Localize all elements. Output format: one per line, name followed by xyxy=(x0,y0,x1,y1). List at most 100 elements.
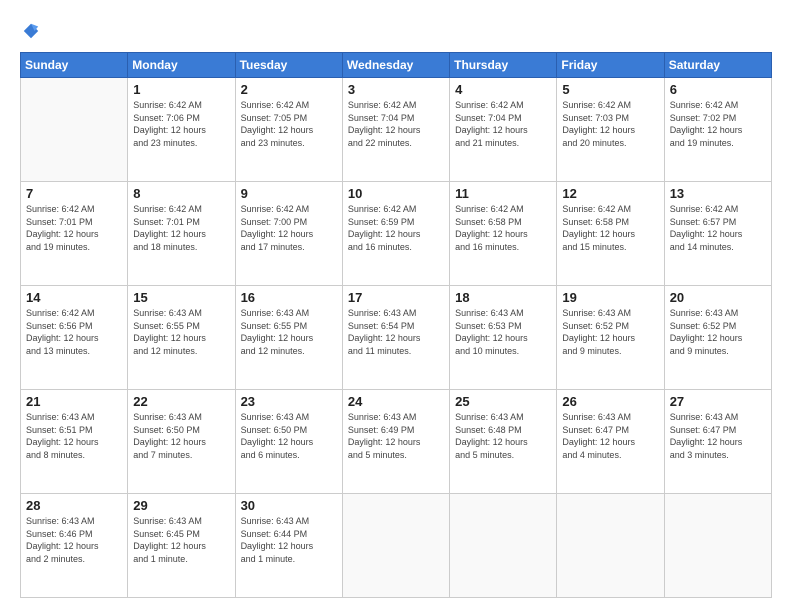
calendar-cell: 9 Sunrise: 6:42 AM Sunset: 7:00 PM Daylig… xyxy=(235,182,342,286)
calendar-cell: 26 Sunrise: 6:43 AM Sunset: 6:47 PM Dayli… xyxy=(557,390,664,494)
day-info: Sunrise: 6:42 AM Sunset: 6:58 PM Dayligh… xyxy=(455,203,551,253)
day-number: 17 xyxy=(348,290,444,305)
day-number: 12 xyxy=(562,186,658,201)
day-number: 6 xyxy=(670,82,766,97)
day-number: 29 xyxy=(133,498,229,513)
day-number: 10 xyxy=(348,186,444,201)
day-info: Sunrise: 6:43 AM Sunset: 6:44 PM Dayligh… xyxy=(241,515,337,565)
day-info: Sunrise: 6:43 AM Sunset: 6:50 PM Dayligh… xyxy=(133,411,229,461)
calendar-body: 1Sunrise: 6:42 AM Sunset: 7:06 PM Daylig… xyxy=(21,78,772,598)
day-number: 16 xyxy=(241,290,337,305)
day-number: 14 xyxy=(26,290,122,305)
day-info: Sunrise: 6:42 AM Sunset: 7:03 PM Dayligh… xyxy=(562,99,658,149)
calendar-cell xyxy=(557,494,664,598)
day-number: 20 xyxy=(670,290,766,305)
calendar-cell: 22Sunrise: 6:43 AM Sunset: 6:50 PM Dayli… xyxy=(128,390,235,494)
calendar-cell: 15 Sunrise: 6:43 AM Sunset: 6:55 PM Dayli… xyxy=(128,286,235,390)
calendar-cell: 2 Sunrise: 6:42 AM Sunset: 7:05 PM Daylig… xyxy=(235,78,342,182)
day-info: Sunrise: 6:43 AM Sunset: 6:53 PM Dayligh… xyxy=(455,307,551,357)
calendar-cell xyxy=(21,78,128,182)
day-number: 11 xyxy=(455,186,551,201)
day-number: 9 xyxy=(241,186,337,201)
day-number: 8 xyxy=(133,186,229,201)
day-number: 30 xyxy=(241,498,337,513)
day-number: 15 xyxy=(133,290,229,305)
calendar-cell xyxy=(664,494,771,598)
day-number: 21 xyxy=(26,394,122,409)
calendar-cell: 1Sunrise: 6:42 AM Sunset: 7:06 PM Daylig… xyxy=(128,78,235,182)
day-info: Sunrise: 6:43 AM Sunset: 6:47 PM Dayligh… xyxy=(562,411,658,461)
day-info: Sunrise: 6:42 AM Sunset: 7:02 PM Dayligh… xyxy=(670,99,766,149)
day-number: 3 xyxy=(348,82,444,97)
calendar-cell: 10 Sunrise: 6:42 AM Sunset: 6:59 PM Dayli… xyxy=(342,182,449,286)
day-info: Sunrise: 6:42 AM Sunset: 7:05 PM Dayligh… xyxy=(241,99,337,149)
day-info: Sunrise: 6:43 AM Sunset: 6:46 PM Dayligh… xyxy=(26,515,122,565)
calendar-cell: 29 Sunrise: 6:43 AM Sunset: 6:45 PM Dayli… xyxy=(128,494,235,598)
day-number: 18 xyxy=(455,290,551,305)
day-info: Sunrise: 6:43 AM Sunset: 6:52 PM Dayligh… xyxy=(562,307,658,357)
day-number: 26 xyxy=(562,394,658,409)
day-info: Sunrise: 6:43 AM Sunset: 6:45 PM Dayligh… xyxy=(133,515,229,565)
calendar-cell: 11 Sunrise: 6:42 AM Sunset: 6:58 PM Dayli… xyxy=(450,182,557,286)
calendar-header: Sunday Monday Tuesday Wednesday Thursday… xyxy=(21,53,772,78)
calendar-cell: 28 Sunrise: 6:43 AM Sunset: 6:46 PM Dayli… xyxy=(21,494,128,598)
calendar-cell: 23Sunrise: 6:43 AM Sunset: 6:50 PM Dayli… xyxy=(235,390,342,494)
day-number: 19 xyxy=(562,290,658,305)
day-number: 25 xyxy=(455,394,551,409)
calendar-cell: 3 Sunrise: 6:42 AM Sunset: 7:04 PM Daylig… xyxy=(342,78,449,182)
calendar-week-row: 28 Sunrise: 6:43 AM Sunset: 6:46 PM Dayli… xyxy=(21,494,772,598)
calendar-cell: 19 Sunrise: 6:43 AM Sunset: 6:52 PM Dayli… xyxy=(557,286,664,390)
day-info: Sunrise: 6:42 AM Sunset: 6:56 PM Dayligh… xyxy=(26,307,122,357)
calendar-week-row: 7 Sunrise: 6:42 AM Sunset: 7:01 PM Daylig… xyxy=(21,182,772,286)
day-info: Sunrise: 6:43 AM Sunset: 6:52 PM Dayligh… xyxy=(670,307,766,357)
day-number: 4 xyxy=(455,82,551,97)
calendar-cell: 18 Sunrise: 6:43 AM Sunset: 6:53 PM Dayli… xyxy=(450,286,557,390)
day-number: 5 xyxy=(562,82,658,97)
day-info: Sunrise: 6:42 AM Sunset: 7:04 PM Dayligh… xyxy=(348,99,444,149)
calendar-cell: 12 Sunrise: 6:42 AM Sunset: 6:58 PM Dayli… xyxy=(557,182,664,286)
day-info: Sunrise: 6:43 AM Sunset: 6:48 PM Dayligh… xyxy=(455,411,551,461)
calendar-table: Sunday Monday Tuesday Wednesday Thursday… xyxy=(20,52,772,598)
calendar-cell: 30 Sunrise: 6:43 AM Sunset: 6:44 PM Dayli… xyxy=(235,494,342,598)
day-info: Sunrise: 6:43 AM Sunset: 6:54 PM Dayligh… xyxy=(348,307,444,357)
calendar-cell: 20 Sunrise: 6:43 AM Sunset: 6:52 PM Dayli… xyxy=(664,286,771,390)
calendar-cell: 25 Sunrise: 6:43 AM Sunset: 6:48 PM Dayli… xyxy=(450,390,557,494)
day-number: 2 xyxy=(241,82,337,97)
day-info: Sunrise: 6:42 AM Sunset: 7:06 PM Dayligh… xyxy=(133,99,229,149)
header-wednesday: Wednesday xyxy=(342,53,449,78)
calendar-cell: 6 Sunrise: 6:42 AM Sunset: 7:02 PM Daylig… xyxy=(664,78,771,182)
calendar-week-row: 21 Sunrise: 6:43 AM Sunset: 6:51 PM Dayli… xyxy=(21,390,772,494)
day-info: Sunrise: 6:42 AM Sunset: 6:59 PM Dayligh… xyxy=(348,203,444,253)
day-info: Sunrise: 6:43 AM Sunset: 6:51 PM Dayligh… xyxy=(26,411,122,461)
day-info: Sunrise: 6:42 AM Sunset: 7:01 PM Dayligh… xyxy=(26,203,122,253)
calendar-week-row: 1Sunrise: 6:42 AM Sunset: 7:06 PM Daylig… xyxy=(21,78,772,182)
header-tuesday: Tuesday xyxy=(235,53,342,78)
calendar-week-row: 14 Sunrise: 6:42 AM Sunset: 6:56 PM Dayli… xyxy=(21,286,772,390)
day-info: Sunrise: 6:43 AM Sunset: 6:49 PM Dayligh… xyxy=(348,411,444,461)
header-row: Sunday Monday Tuesday Wednesday Thursday… xyxy=(21,53,772,78)
calendar-cell: 13Sunrise: 6:42 AM Sunset: 6:57 PM Dayli… xyxy=(664,182,771,286)
header-monday: Monday xyxy=(128,53,235,78)
page: Sunday Monday Tuesday Wednesday Thursday… xyxy=(0,0,792,612)
header-friday: Friday xyxy=(557,53,664,78)
day-info: Sunrise: 6:42 AM Sunset: 7:00 PM Dayligh… xyxy=(241,203,337,253)
calendar-cell: 7 Sunrise: 6:42 AM Sunset: 7:01 PM Daylig… xyxy=(21,182,128,286)
logo xyxy=(20,22,40,42)
calendar-cell: 24Sunrise: 6:43 AM Sunset: 6:49 PM Dayli… xyxy=(342,390,449,494)
day-info: Sunrise: 6:43 AM Sunset: 6:50 PM Dayligh… xyxy=(241,411,337,461)
calendar-cell: 14 Sunrise: 6:42 AM Sunset: 6:56 PM Dayli… xyxy=(21,286,128,390)
day-number: 28 xyxy=(26,498,122,513)
calendar-cell: 27 Sunrise: 6:43 AM Sunset: 6:47 PM Dayli… xyxy=(664,390,771,494)
header-sunday: Sunday xyxy=(21,53,128,78)
calendar-cell: 4 Sunrise: 6:42 AM Sunset: 7:04 PM Daylig… xyxy=(450,78,557,182)
header-saturday: Saturday xyxy=(664,53,771,78)
day-info: Sunrise: 6:43 AM Sunset: 6:47 PM Dayligh… xyxy=(670,411,766,461)
day-number: 7 xyxy=(26,186,122,201)
calendar-cell: 5 Sunrise: 6:42 AM Sunset: 7:03 PM Daylig… xyxy=(557,78,664,182)
day-info: Sunrise: 6:42 AM Sunset: 7:04 PM Dayligh… xyxy=(455,99,551,149)
logo-icon xyxy=(22,22,40,40)
day-number: 27 xyxy=(670,394,766,409)
day-info: Sunrise: 6:42 AM Sunset: 6:58 PM Dayligh… xyxy=(562,203,658,253)
day-info: Sunrise: 6:43 AM Sunset: 6:55 PM Dayligh… xyxy=(133,307,229,357)
calendar-cell xyxy=(450,494,557,598)
